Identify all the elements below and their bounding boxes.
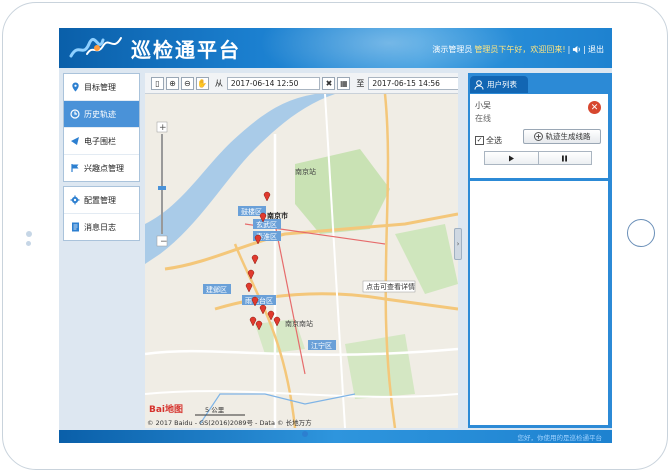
pause-button[interactable] xyxy=(539,152,592,164)
map-zoom-out-icon: − xyxy=(160,237,168,247)
menu-item-fence[interactable]: 电子围栏 xyxy=(64,128,139,155)
logout-link[interactable]: 退出 xyxy=(588,44,604,55)
pan-hand-icon[interactable]: ✋ xyxy=(195,76,209,90)
page-indicator xyxy=(302,431,308,437)
panel-collapse-button[interactable]: › xyxy=(454,228,462,260)
playback-controls xyxy=(484,151,592,165)
sidebar: 目标管理 历史轨迹 电子围栏 兴趣点管理 配置管理 消息日志 xyxy=(63,73,140,428)
menu-item-log[interactable]: 消息日志 xyxy=(64,214,139,240)
map-zoom-handle xyxy=(158,186,166,190)
tab-user-list[interactable]: 用户列表 xyxy=(470,76,528,93)
zoom-out-icon[interactable]: ⊖ xyxy=(180,76,194,90)
app-footer: 您好，你使用的是巡检通平台 xyxy=(59,430,612,443)
plus-circle-icon xyxy=(533,132,543,141)
map-label-nanjing-city: 南京市 xyxy=(267,211,288,220)
map-canvas[interactable]: 鼓楼区 南京市 玄武区 秦淮区 建邺区 雨花台区 江宁区 南京站 南京南站 点击… xyxy=(145,94,458,428)
map-label-south-station: 南京南站 xyxy=(285,319,313,328)
speaker-icon[interactable] xyxy=(572,45,581,54)
from-label: 从 xyxy=(214,78,223,88)
close-icon[interactable]: ✕ xyxy=(588,101,601,114)
zoom-in-icon[interactable]: ⊕ xyxy=(165,76,179,90)
pause-icon xyxy=(562,155,568,161)
menu-label: 目标管理 xyxy=(84,82,116,92)
calendar-icon[interactable]: ▦ xyxy=(337,76,351,90)
menu-item-history[interactable]: 历史轨迹 xyxy=(64,101,139,128)
end-time-input[interactable]: 2017-06-15 14:56 xyxy=(368,76,458,90)
map-toolbar: ▯ ⊕ ⊖ ✋ 从 2017-06-14 12:50 ✖ ▦ 至 2017-06… xyxy=(145,73,458,94)
user-icon xyxy=(474,79,484,90)
play-icon xyxy=(508,155,514,161)
select-all-checkbox[interactable]: ✓ 全选 xyxy=(475,135,502,146)
play-button[interactable] xyxy=(485,152,539,164)
menu-group-main: 目标管理 历史轨迹 电子围栏 兴趣点管理 xyxy=(63,73,140,182)
park-area xyxy=(345,334,415,399)
app-title: 巡检通平台 xyxy=(131,38,241,62)
location-pin-icon xyxy=(70,82,80,92)
menu-label: 电子围栏 xyxy=(84,136,116,146)
map-zoom-in-icon: + xyxy=(159,123,167,133)
user-bar: 演示管理员 管理员下午好，欢迎回来! | | 退出 xyxy=(432,44,604,55)
greeting-text: 管理员下午好，欢迎回来! xyxy=(474,45,566,54)
map-detail-link: 点击可查看详情 xyxy=(366,282,415,291)
sensor-dot xyxy=(26,241,31,246)
clear-icon[interactable]: ✖ xyxy=(322,76,336,90)
user-panel: 用户列表 小吴 在线 ✕ ✓ 全选 轨迹生成线路 xyxy=(468,73,612,428)
home-button[interactable] xyxy=(627,219,655,247)
select-all-label: 全选 xyxy=(486,136,502,145)
camera-dot xyxy=(26,231,32,237)
flag-icon xyxy=(70,163,80,173)
history-icon xyxy=(70,109,80,119)
app-header: 巡检通平台 演示管理员 管理员下午好，欢迎回来! | | 退出 xyxy=(59,28,612,68)
map-scale: 5 公里 xyxy=(205,406,225,414)
user-role: 演示管理员 xyxy=(432,45,473,54)
map-copyright: © 2017 Baidu - GS(2016)2089号 - Data © 长地… xyxy=(147,418,312,427)
user-list-body: 小吴 在线 ✕ ✓ 全选 轨迹生成线路 xyxy=(470,94,608,425)
baidu-logo: Bai地图 xyxy=(149,403,183,415)
menu-item-config[interactable]: 配置管理 xyxy=(64,187,139,214)
map-label-nanjing-station: 南京站 xyxy=(295,167,316,176)
panel-divider xyxy=(470,178,608,181)
checkbox-box[interactable]: ✓ xyxy=(475,136,484,145)
to-label: 至 xyxy=(356,78,365,88)
user-status: 在线 xyxy=(475,114,491,123)
map-label-gulou: 鼓楼区 xyxy=(241,207,262,216)
menu-group-system: 配置管理 消息日志 xyxy=(63,186,140,241)
panel-toggle-icon[interactable]: ▯ xyxy=(151,76,164,90)
map-panel: ▯ ⊕ ⊖ ✋ 从 2017-06-14 12:50 ✖ ▦ 至 2017-06… xyxy=(145,73,458,428)
map-label-xuanwu: 玄武区 xyxy=(256,220,277,229)
gear-icon xyxy=(70,195,80,205)
generate-route-button[interactable]: 轨迹生成线路 xyxy=(523,129,601,144)
tab-label: 用户列表 xyxy=(487,80,517,89)
menu-item-poi[interactable]: 兴趣点管理 xyxy=(64,155,139,181)
map-label-jiangning: 江宁区 xyxy=(311,341,332,350)
divider: | xyxy=(583,45,586,54)
log-icon xyxy=(70,222,80,232)
footer-note: 您好，你使用的是巡检通平台 xyxy=(517,434,603,442)
generate-route-label: 轨迹生成线路 xyxy=(545,132,591,141)
menu-label: 消息日志 xyxy=(84,222,116,232)
user-name[interactable]: 小吴 xyxy=(475,100,491,111)
app-screen: 巡检通平台 演示管理员 管理员下午好，欢迎回来! | | 退出 目标管理 历史轨… xyxy=(59,28,612,443)
start-time-input[interactable]: 2017-06-14 12:50 xyxy=(226,76,321,90)
map-label-yuhuatai: 雨花台区 xyxy=(245,296,273,305)
fence-icon xyxy=(70,136,80,146)
map-label-jianye: 建邺区 xyxy=(206,285,227,294)
divider: | xyxy=(567,45,571,54)
menu-item-target[interactable]: 目标管理 xyxy=(64,74,139,101)
menu-label: 历史轨迹 xyxy=(84,109,116,119)
app-logo-icon xyxy=(69,37,122,58)
menu-label: 兴趣点管理 xyxy=(84,163,124,173)
menu-label: 配置管理 xyxy=(84,195,116,205)
